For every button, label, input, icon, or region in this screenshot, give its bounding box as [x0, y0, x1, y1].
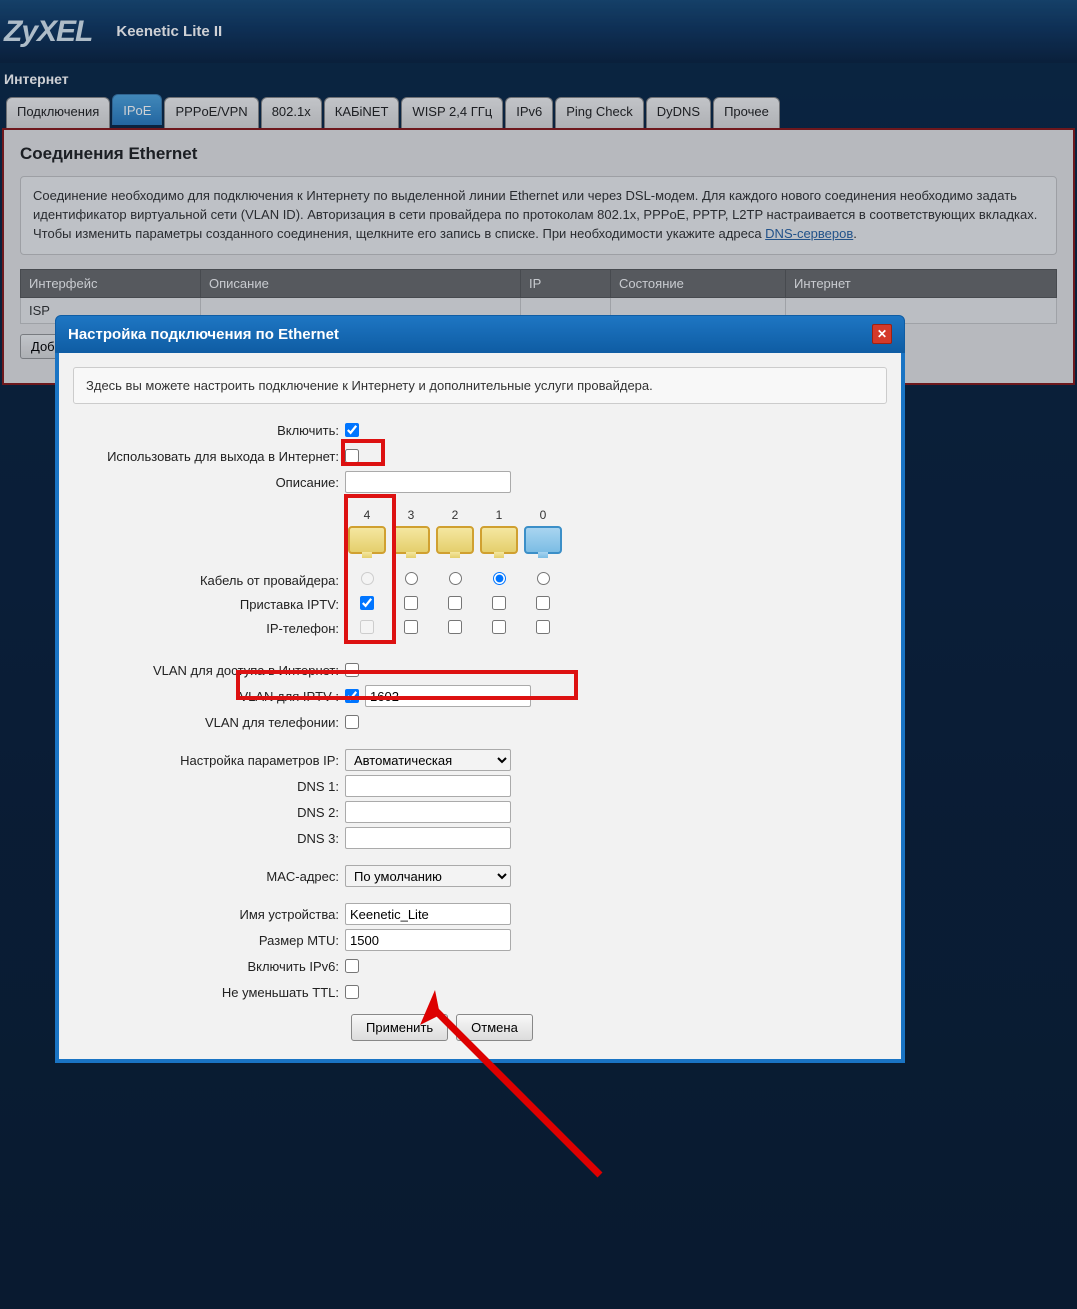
phone-chk-1[interactable] [492, 620, 506, 634]
port-num-4: 4 [345, 508, 389, 522]
modal-header: Настройка подключения по Ethernet ✕ [55, 315, 905, 353]
label-ip-phone: IP-телефон: [73, 621, 345, 636]
port-num-3: 3 [389, 508, 433, 522]
apply-button[interactable]: Применить [351, 1014, 448, 1041]
ttl-checkbox[interactable] [345, 985, 359, 999]
label-isp-cable: Кабель от провайдера: [73, 573, 345, 588]
vlan-iptv-input[interactable] [365, 685, 531, 707]
rj45-port-icon [436, 526, 474, 554]
cancel-button[interactable]: Отмена [456, 1014, 533, 1041]
port-num-0: 0 [521, 508, 565, 522]
label-devname: Имя устройства: [73, 907, 345, 922]
label-vlan-tel: VLAN для телефонии: [73, 715, 345, 730]
label-vlan-iptv: VLAN для IPTV : [73, 689, 345, 704]
label-ip-params: Настройка параметров IP: [73, 753, 345, 768]
label-mac: MAC-адрес: [73, 869, 345, 884]
modal-title: Настройка подключения по Ethernet [68, 326, 339, 343]
label-dns3: DNS 3: [73, 831, 345, 846]
vlan-tel-checkbox[interactable] [345, 715, 359, 729]
iptv-chk-4[interactable] [360, 596, 374, 610]
use-internet-checkbox[interactable] [345, 449, 359, 463]
modal-body: Здесь вы можете настроить подключение к … [55, 353, 905, 1063]
rj45-port-icon [392, 526, 430, 554]
label-dns2: DNS 2: [73, 805, 345, 820]
label-description: Описание: [73, 475, 345, 490]
isp-radio-4[interactable] [361, 572, 374, 585]
vlan-iptv-checkbox[interactable] [345, 689, 359, 703]
dns2-input[interactable] [345, 801, 511, 823]
description-input[interactable] [345, 471, 511, 493]
phone-chk-3[interactable] [404, 620, 418, 634]
rj45-port-icon [348, 526, 386, 554]
mac-select[interactable]: По умолчанию [345, 865, 511, 887]
ip-params-select[interactable]: Автоматическая [345, 749, 511, 771]
devname-input[interactable] [345, 903, 511, 925]
isp-radio-0[interactable] [537, 572, 550, 585]
label-iptv-box: Приставка IPTV: [73, 597, 345, 612]
phone-chk-0[interactable] [536, 620, 550, 634]
port-num-1: 1 [477, 508, 521, 522]
port-num-2: 2 [433, 508, 477, 522]
iptv-chk-3[interactable] [404, 596, 418, 610]
ipv6-checkbox[interactable] [345, 959, 359, 973]
modal-ethernet-settings: Настройка подключения по Ethernet ✕ Здес… [55, 315, 905, 1063]
isp-radio-2[interactable] [449, 572, 462, 585]
label-dns1: DNS 1: [73, 779, 345, 794]
iptv-chk-2[interactable] [448, 596, 462, 610]
close-icon[interactable]: ✕ [872, 324, 892, 344]
phone-chk-2[interactable] [448, 620, 462, 634]
isp-radio-3[interactable] [405, 572, 418, 585]
label-ipv6: Включить IPv6: [73, 959, 345, 974]
rj45-port-icon [524, 526, 562, 554]
rj45-port-icon [480, 526, 518, 554]
mtu-input[interactable] [345, 929, 511, 951]
label-vlan-inet: VLAN для доступа в Интернет: [73, 663, 345, 678]
label-ttl: Не уменьшать TTL: [73, 985, 345, 1000]
vlan-inet-checkbox[interactable] [345, 663, 359, 677]
dns1-input[interactable] [345, 775, 511, 797]
label-use-internet: Использовать для выхода в Интернет: [73, 449, 345, 464]
label-mtu: Размер MTU: [73, 933, 345, 948]
modal-info: Здесь вы можете настроить подключение к … [73, 367, 887, 404]
enable-checkbox[interactable] [345, 423, 359, 437]
isp-radio-1[interactable] [493, 572, 506, 585]
iptv-chk-1[interactable] [492, 596, 506, 610]
dns3-input[interactable] [345, 827, 511, 849]
iptv-chk-0[interactable] [536, 596, 550, 610]
label-enable: Включить: [73, 423, 345, 438]
phone-chk-4[interactable] [360, 620, 374, 634]
ports-header: 4 3 2 1 0 [345, 508, 887, 568]
